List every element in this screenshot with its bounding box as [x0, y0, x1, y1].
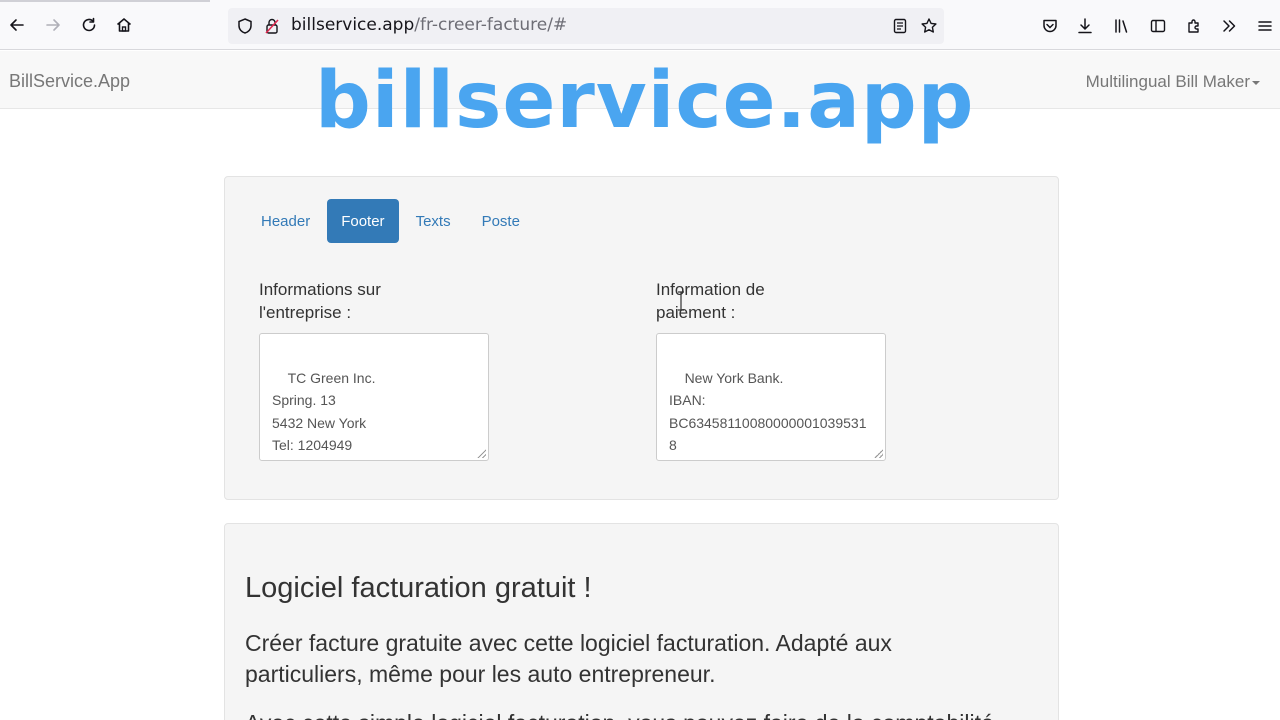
- extensions-icon[interactable]: [1183, 15, 1205, 37]
- language-menu-label: Multilingual Bill Maker: [1085, 72, 1250, 91]
- caret-down-icon: [1252, 80, 1260, 85]
- company-info-text: TC Green Inc. Spring. 13 5432 New York T…: [272, 369, 389, 461]
- watermark: billservice.app: [315, 56, 975, 146]
- resize-grip-icon[interactable]: [874, 449, 883, 458]
- info-body-continued: Avec cette simple logiciel facturation, …: [245, 710, 1045, 720]
- lock-warning-icon[interactable]: [263, 17, 281, 35]
- download-icon[interactable]: [1074, 15, 1096, 37]
- url-text[interactable]: billservice.app/fr-creer-facture/#: [291, 15, 567, 35]
- browser-toolbar: billservice.app/fr-creer-facture/#: [0, 0, 1280, 50]
- pocket-icon[interactable]: [1039, 15, 1061, 37]
- overflow-icon[interactable]: [1218, 15, 1240, 37]
- sidebar-icon[interactable]: [1147, 15, 1169, 37]
- company-info-textarea[interactable]: TC Green Inc. Spring. 13 5432 New York T…: [259, 333, 489, 461]
- info-title: Logiciel facturation gratuit !: [245, 572, 592, 604]
- tab-strip-edge: [0, 0, 210, 2]
- home-icon[interactable]: [111, 12, 137, 38]
- back-icon[interactable]: [4, 12, 30, 38]
- text-cursor-icon: [678, 291, 684, 311]
- brand-link[interactable]: BillService.App: [9, 71, 130, 92]
- menu-icon[interactable]: [1254, 15, 1276, 37]
- library-icon[interactable]: [1111, 15, 1133, 37]
- bookmark-star-icon[interactable]: [920, 17, 938, 35]
- payment-info-text: New York Bank. IBAN: BC63458110080000001…: [669, 369, 867, 461]
- resize-grip-icon[interactable]: [477, 449, 486, 458]
- info-panel: Logiciel facturation gratuit ! Créer fac…: [224, 523, 1059, 720]
- tab-footer[interactable]: Footer: [327, 199, 399, 243]
- url-bar[interactable]: billservice.app/fr-creer-facture/#: [228, 8, 944, 44]
- shield-icon[interactable]: [236, 17, 254, 35]
- forward-icon[interactable]: [40, 12, 66, 38]
- info-body: Créer facture gratuite avec cette logici…: [245, 630, 892, 687]
- tab-poste[interactable]: Poste: [468, 199, 534, 243]
- tab-texts[interactable]: Texts: [402, 199, 465, 243]
- url-path: /fr-creer-facture/#: [414, 15, 568, 35]
- url-host: billservice.app: [291, 15, 415, 35]
- reader-view-icon[interactable]: [891, 17, 909, 35]
- reload-icon[interactable]: [76, 12, 102, 38]
- tab-header[interactable]: Header: [247, 199, 324, 243]
- company-info-label: Informations sur l'entreprise :: [259, 280, 381, 322]
- footer-editor-panel: Header Footer Texts Poste Informations s…: [224, 176, 1059, 500]
- language-menu[interactable]: Multilingual Bill Maker: [1086, 72, 1260, 92]
- editor-tabs: Header Footer Texts Poste: [247, 199, 537, 243]
- payment-info-textarea[interactable]: New York Bank. IBAN: BC63458110080000001…: [656, 333, 886, 461]
- payment-info-label: Information de paiement :: [656, 280, 765, 322]
